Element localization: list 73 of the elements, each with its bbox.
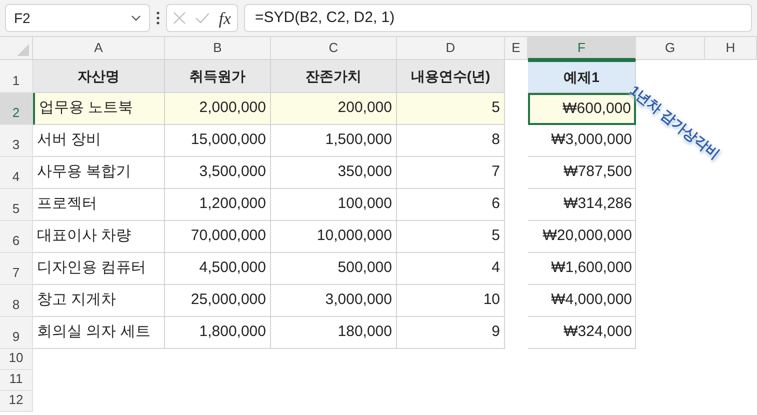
table-cell: 디자인용 컴퓨터 (33, 253, 165, 285)
row-header[interactable]: 1 (0, 60, 33, 93)
table-cell: 5 (397, 221, 505, 253)
table-cell: 4 (397, 253, 505, 285)
table-cell: 대표이사 차량 (33, 221, 165, 253)
row-header[interactable]: 3 (0, 125, 33, 157)
column-header[interactable]: B (165, 37, 271, 60)
table-cell: 3,000,000 (271, 285, 397, 317)
row-header[interactable]: 7 (0, 253, 33, 285)
table-cell: 25,000,000 (165, 285, 271, 317)
table-cell: 10 (397, 285, 505, 317)
row-header[interactable]: 4 (0, 157, 33, 189)
column-heading: 잔존가치 (271, 60, 397, 93)
table-cell: 4,500,000 (165, 253, 271, 285)
table-cell: 서버 장비 (33, 125, 165, 157)
chevron-down-icon (131, 15, 141, 21)
row-header[interactable]: 8 (0, 285, 33, 317)
column-header[interactable]: C (271, 37, 397, 60)
row-header[interactable]: 12 (0, 391, 33, 412)
table-cell[interactable]: ₩314,286 (528, 189, 636, 221)
table-cell[interactable]: ₩20,000,000 (528, 221, 636, 253)
table-cell: 7 (397, 157, 505, 189)
table-cell: 10,000,000 (271, 221, 397, 253)
table-cell: 1,200,000 (165, 189, 271, 221)
formula-bar[interactable]: =SYD(B2, C2, D2, 1) (244, 4, 752, 32)
more-options-icon[interactable] (156, 11, 160, 25)
row-header[interactable]: 6 (0, 221, 33, 253)
table-cell: 15,000,000 (165, 125, 271, 157)
table-cell: 창고 지게차 (33, 285, 165, 317)
column-header[interactable]: H (705, 37, 757, 60)
table-cell: 8 (397, 125, 505, 157)
table-cell[interactable]: ₩787,500 (528, 157, 636, 189)
table-cell: 2,000,000 (165, 93, 271, 125)
table-cell: 3,500,000 (165, 157, 271, 189)
row-header[interactable]: 10 (0, 349, 33, 370)
column-heading: 취득원가 (165, 60, 271, 93)
row-header[interactable]: 11 (0, 370, 33, 391)
column-header[interactable]: D (397, 37, 505, 60)
check-icon[interactable] (194, 12, 210, 24)
column-heading: 자산명 (33, 60, 165, 93)
table-cell: 500,000 (271, 253, 397, 285)
row-header[interactable]: 2 (0, 93, 33, 125)
column-header[interactable]: E (505, 37, 528, 60)
row-header[interactable]: 5 (0, 189, 33, 221)
corner-triangle-icon (17, 44, 29, 56)
table-cell: 200,000 (271, 93, 397, 125)
table-cell: 350,000 (271, 157, 397, 189)
table-cell[interactable]: ₩4,000,000 (528, 285, 636, 317)
table-cell: 6 (397, 189, 505, 221)
table-cell: 1,800,000 (165, 317, 271, 349)
cell-reference: F2 (14, 8, 30, 28)
table-cell: 100,000 (271, 189, 397, 221)
table-cell: 업무용 노트북 (33, 93, 165, 125)
column-heading: 내용연수(년) (397, 60, 505, 93)
table-cell: 프로젝터 (33, 189, 165, 221)
row-header[interactable]: 9 (0, 317, 33, 349)
table-cell: 1,500,000 (271, 125, 397, 157)
table-cell[interactable]: ₩3,000,000 (528, 125, 636, 157)
cancel-icon[interactable] (173, 11, 186, 25)
table-cell[interactable]: ₩1,600,000 (528, 253, 636, 285)
table-cell: 9 (397, 317, 505, 349)
insert-function-button[interactable]: fx (218, 10, 231, 26)
select-all-button[interactable] (0, 37, 33, 60)
name-box[interactable]: F2 (5, 4, 150, 32)
table-cell[interactable]: ₩324,000 (528, 317, 636, 349)
table-cell: 70,000,000 (165, 221, 271, 253)
table-cell: 회의실 의자 세트 (33, 317, 165, 349)
table-cell: 180,000 (271, 317, 397, 349)
column-header[interactable]: F (528, 37, 636, 60)
table-cell: 사무용 복합기 (33, 157, 165, 189)
table-cell: 5 (397, 93, 505, 125)
column-header[interactable]: G (636, 37, 705, 60)
column-header[interactable]: A (33, 37, 165, 60)
